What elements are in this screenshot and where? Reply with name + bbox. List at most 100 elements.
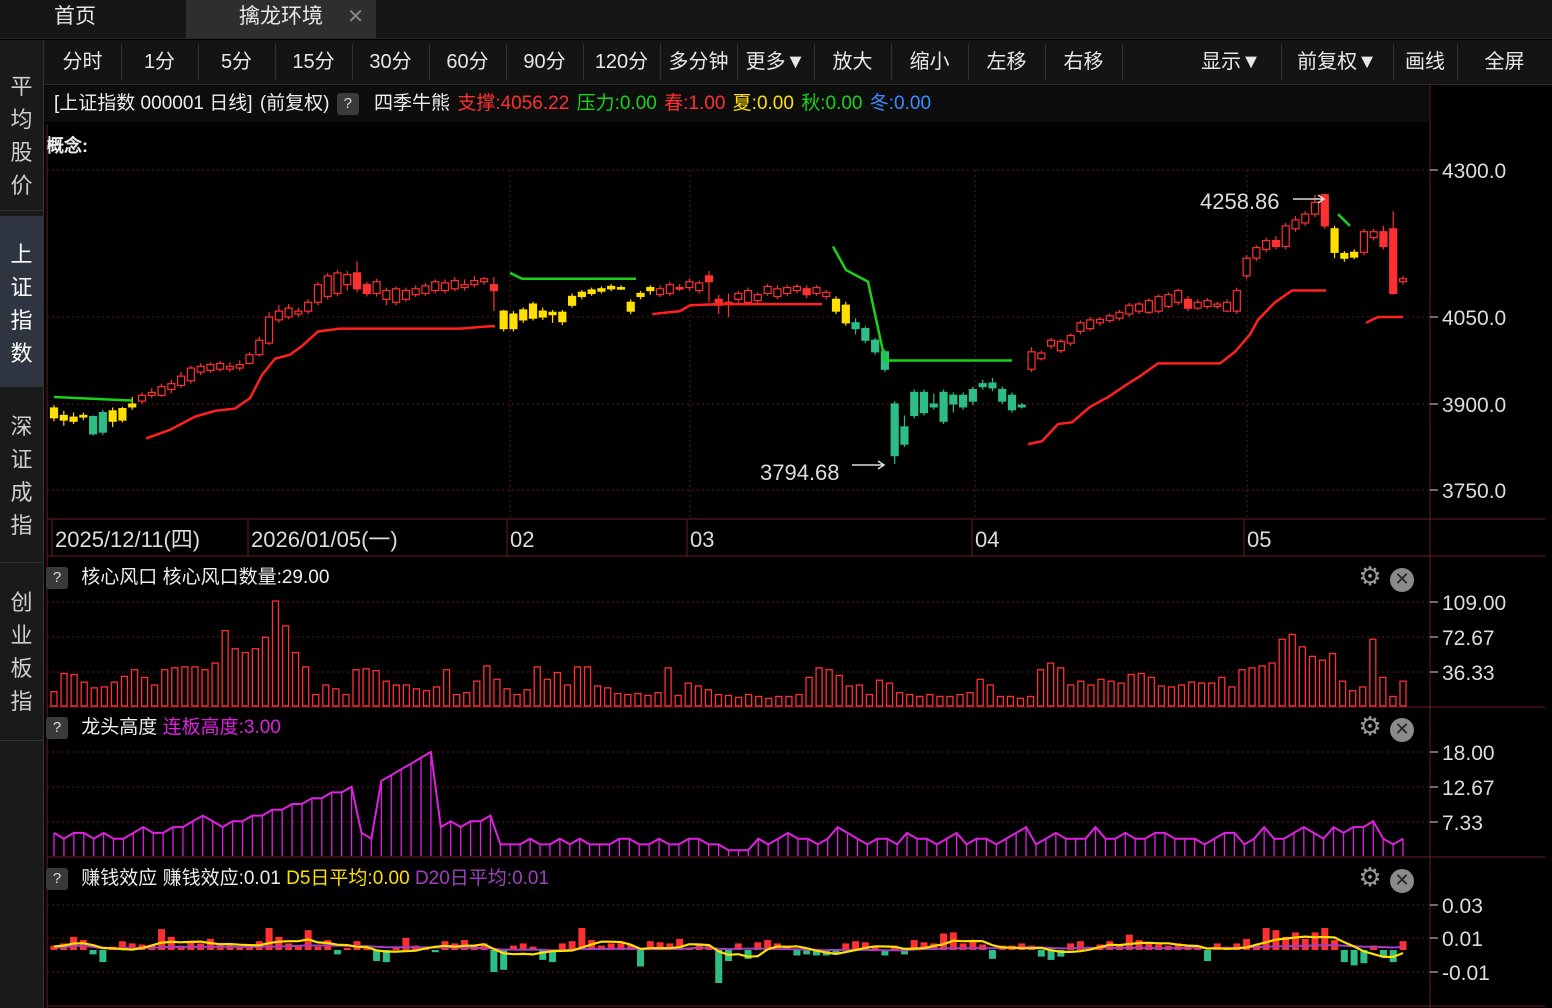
candle-body [978,383,987,388]
p3-tick-label: 0.03 [1442,895,1483,918]
candle-body [841,304,850,324]
p1-bar [1208,682,1216,707]
candle-body [98,412,107,433]
candle-body [1086,319,1095,330]
p1-bar [845,685,853,707]
p1-bar [1379,676,1387,707]
p3-bar [1399,941,1407,950]
candle-body [79,414,88,418]
help-icon[interactable]: ? [46,566,68,589]
panel1-value: 核心风口数量:29.00 [162,567,330,588]
p1-bar [563,684,572,707]
p1-bar [734,696,743,707]
candle-body [1222,301,1232,312]
p1-bar [382,680,390,707]
p1-bar [1198,682,1206,707]
candle-body [1252,247,1261,259]
help-icon[interactable]: ? [46,716,68,739]
p1-bar [946,695,954,707]
p1-bar [463,691,471,707]
p3-bar [1340,950,1348,963]
p3-bar [1291,932,1299,950]
candle-body [577,291,586,298]
settings-gear-icon[interactable]: ⚙ [1358,713,1382,739]
panel2-value: 连板高度:3.00 [162,717,281,738]
candle-body [49,407,59,419]
candle-body [1340,252,1349,259]
p3-bar [490,950,498,972]
support-line [1027,289,1326,446]
p1-bar [1338,680,1347,707]
p1-bar [654,691,662,707]
panel1-controls: ⚙ ✕ [1358,563,1414,592]
candle-body [783,287,792,295]
p1-bar [312,693,320,707]
candle-body [626,301,635,312]
date-tick-label: 05 [1247,527,1271,552]
resistance-line [1337,213,1351,227]
close-panel-icon[interactable]: ✕ [1390,568,1414,592]
chart-canvas[interactable]: 4258.86 3794.68 4300.0 4050.0 3900.0 3750.0 20… [0,0,1552,1008]
candle-body [802,288,811,296]
candle-body [548,311,557,316]
candle-body [871,339,880,353]
candle-body [1115,311,1124,319]
p1-bar [805,676,813,707]
panel2-name: 龙头高度 [81,717,158,738]
p3-bar [637,950,645,967]
p1-bar [302,666,310,707]
settings-gear-icon[interactable]: ⚙ [1358,864,1382,890]
candle-body [890,403,899,457]
p1-bar [996,695,1004,707]
candle-body [743,289,753,303]
low-arrow [852,460,886,470]
candle-body [1398,278,1408,283]
candle-body [1066,334,1075,344]
p1-bar [755,695,763,707]
p1-bar [916,695,924,707]
panel3-name: 赚钱效应 [81,868,158,889]
settings-gear-icon[interactable]: ⚙ [1358,563,1382,589]
panel1-name: 核心风口 [81,567,158,588]
help-icon[interactable]: ? [46,867,68,890]
p3-bar [333,950,341,955]
p1-bar [694,685,702,707]
p1-bar [372,670,380,707]
p1-bar [815,667,823,707]
p1-bar [120,675,129,707]
p3-bar [431,950,439,953]
candle-body [264,316,274,344]
candle-body [323,275,332,298]
candle-body [235,363,244,369]
p1-bar [906,693,914,707]
p1-bar [50,691,58,707]
candle-body [421,285,430,295]
p1-bar [140,676,149,707]
candle-body [1242,257,1251,277]
candle-body [509,313,518,330]
candle-body [499,310,508,330]
candle-body [822,291,831,298]
candle-body [1007,394,1017,411]
candle-body [313,284,323,303]
p1-bar [986,684,994,707]
close-panel-icon[interactable]: ✕ [1390,718,1414,742]
candle-body [245,354,254,365]
candle-body [411,288,420,296]
panel3-d5: D5日平均:0.00 [286,868,410,889]
candle-body [655,288,665,296]
candle-body [343,274,352,286]
p1-bar [110,681,119,707]
candle-body [763,285,772,295]
p1-tick-label: 72.67 [1442,627,1495,650]
p2-tick-label: 18.00 [1442,742,1495,765]
candle-body [489,284,498,292]
close-panel-icon[interactable]: ✕ [1390,869,1414,893]
candle-body [988,382,997,389]
p3-bar [99,950,107,963]
p2-line [53,750,1404,852]
p1-bar [513,693,521,707]
candle-body [1134,303,1144,312]
candle-body [665,284,674,295]
p1-bar [775,695,783,707]
